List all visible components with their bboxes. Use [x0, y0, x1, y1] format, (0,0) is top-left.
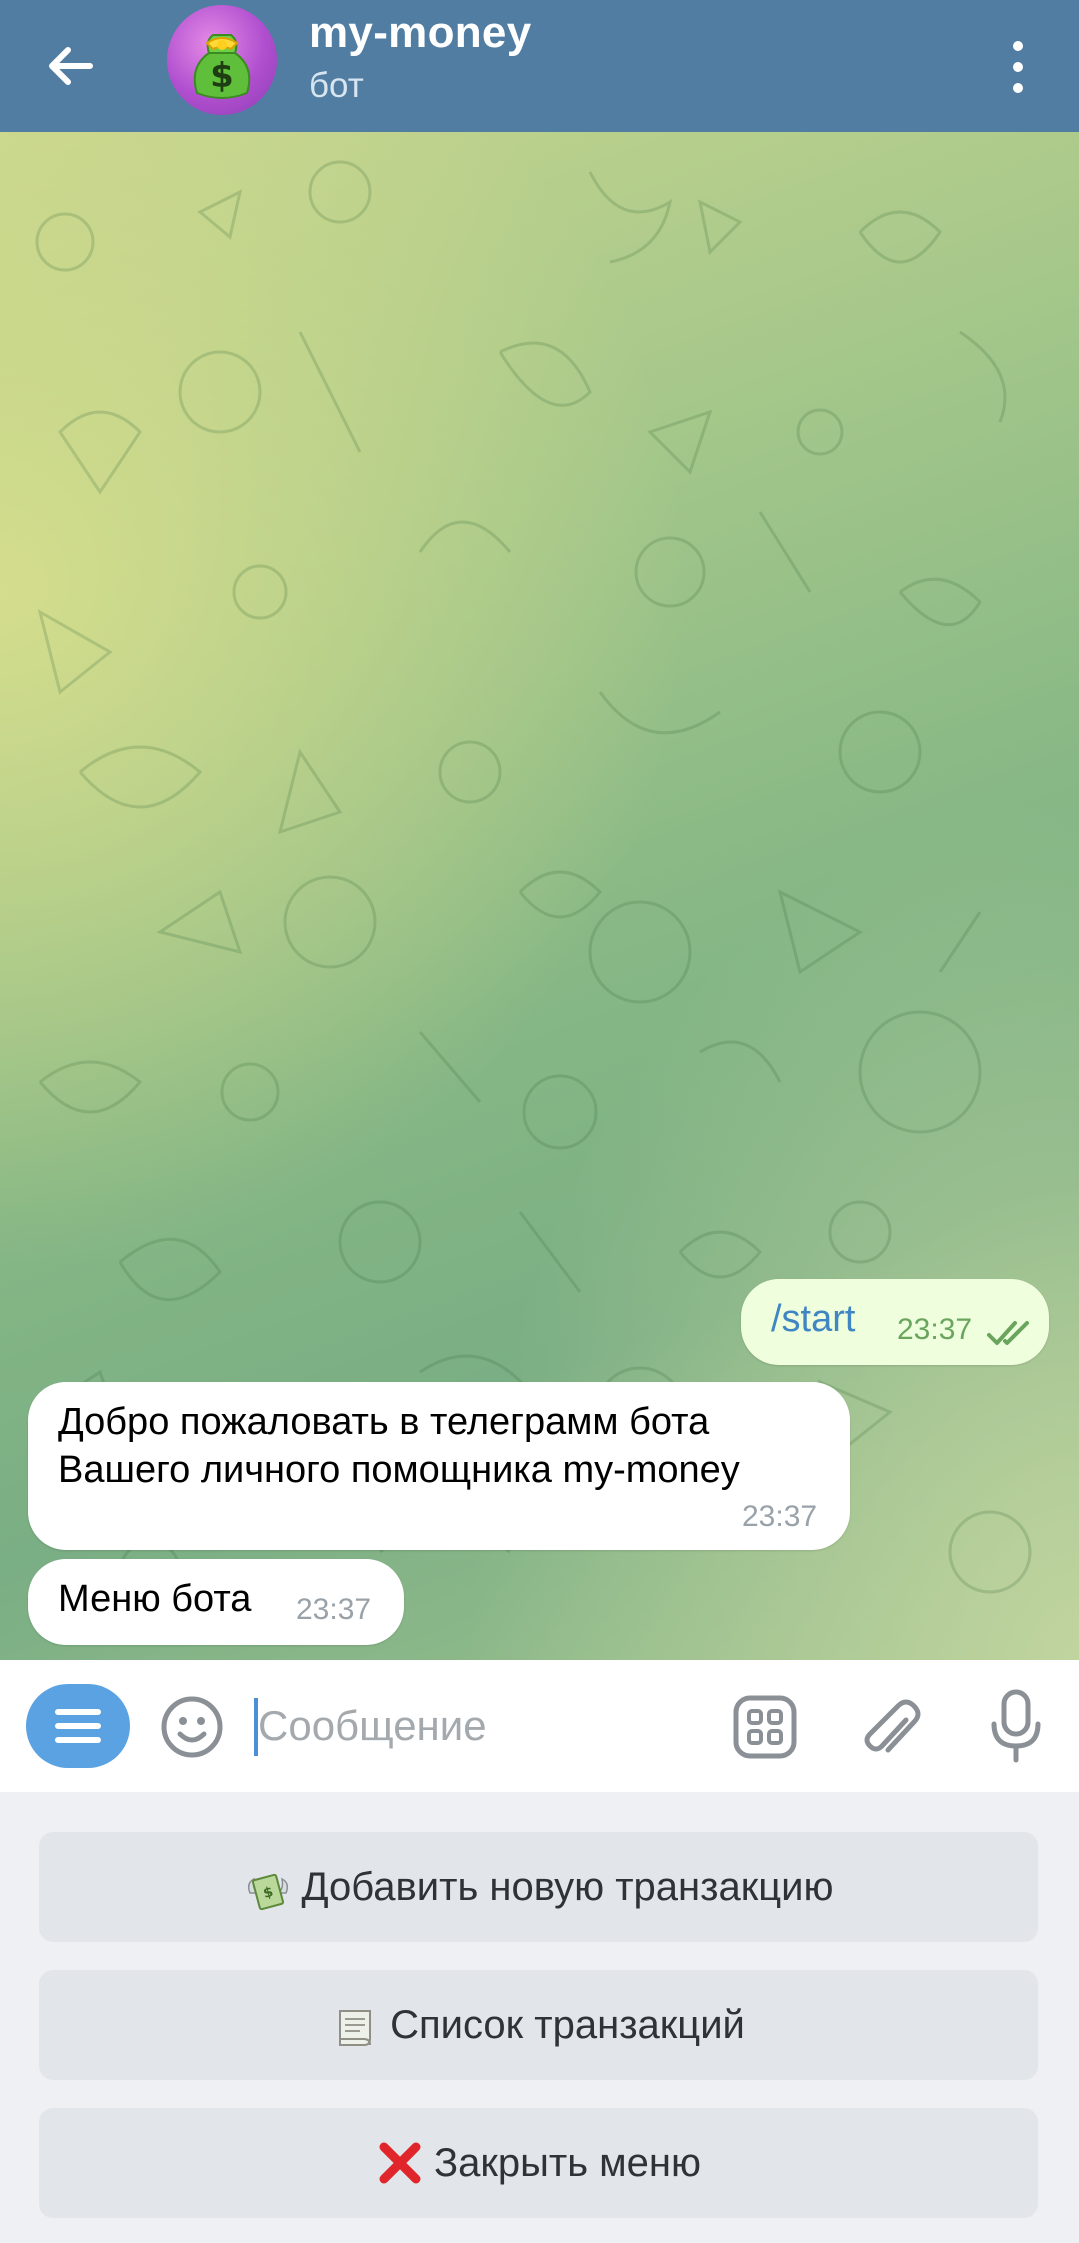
- attach-button[interactable]: [858, 1690, 924, 1762]
- message-bubble-incoming[interactable]: Меню бота 23:37: [28, 1559, 404, 1645]
- scroll-icon: [339, 2010, 372, 2046]
- message-text-line-1: Добро пожаловать в телеграмм бота: [58, 1401, 710, 1443]
- message-text-line-2: Вашего личного помощника my-money: [58, 1449, 740, 1491]
- microphone-icon: [991, 1689, 1041, 1763]
- message-input-bar: [0, 1660, 1079, 1792]
- avatar[interactable]: $: [167, 5, 277, 115]
- chat-title[interactable]: my-money: [309, 8, 531, 58]
- svg-text:$: $: [210, 56, 234, 96]
- bot-keyboard: $ Добавить новую транзакцию Список транз…: [0, 1792, 1079, 2243]
- cross-mark-icon: [379, 2142, 421, 2184]
- smile-icon: [161, 1696, 223, 1758]
- message-input[interactable]: [258, 1690, 698, 1762]
- transactions-list-button[interactable]: Список транзакций: [39, 1970, 1038, 2080]
- back-button[interactable]: [40, 34, 104, 98]
- message-text: Меню бота: [58, 1578, 252, 1620]
- emoji-button[interactable]: [159, 1694, 225, 1760]
- message-text: /start: [771, 1298, 856, 1340]
- message-bubble-incoming[interactable]: Добро пожаловать в телеграмм бота Вашего…: [28, 1382, 850, 1550]
- add-transaction-button[interactable]: $ Добавить новую транзакцию: [39, 1832, 1038, 1942]
- microphone-button[interactable]: [986, 1688, 1046, 1764]
- money-bag-icon: $: [193, 34, 251, 99]
- message-time: 23:37: [742, 1500, 818, 1533]
- more-vertical-icon: [1013, 41, 1023, 93]
- button-label: Закрыть меню: [433, 2140, 701, 2185]
- paperclip-icon: [864, 1699, 921, 1753]
- apps-grid-icon: [733, 1695, 797, 1759]
- message-time: 23:37: [296, 1593, 372, 1626]
- chat-area[interactable]: /start 23:37 Добро пожаловать в телеграм…: [0, 132, 1079, 1660]
- arrow-left-icon: [49, 47, 93, 85]
- bot-menu-button[interactable]: [26, 1684, 130, 1768]
- message-bubble-outgoing[interactable]: /start 23:37: [741, 1279, 1049, 1365]
- hamburger-icon: [55, 1709, 101, 1743]
- double-check-icon: [987, 1321, 1029, 1345]
- chat-header: $ my-money бот: [0, 0, 1079, 132]
- money-with-wings-icon: $: [247, 1873, 288, 1911]
- stickers-button[interactable]: [732, 1694, 798, 1760]
- message-time: 23:37: [897, 1313, 973, 1346]
- button-label: Список транзакций: [390, 2002, 745, 2047]
- chat-subtitle: бот: [309, 66, 364, 105]
- close-menu-button[interactable]: Закрыть меню: [39, 2108, 1038, 2218]
- button-label: Добавить новую транзакцию: [301, 1864, 834, 1909]
- more-menu-button[interactable]: [998, 32, 1038, 102]
